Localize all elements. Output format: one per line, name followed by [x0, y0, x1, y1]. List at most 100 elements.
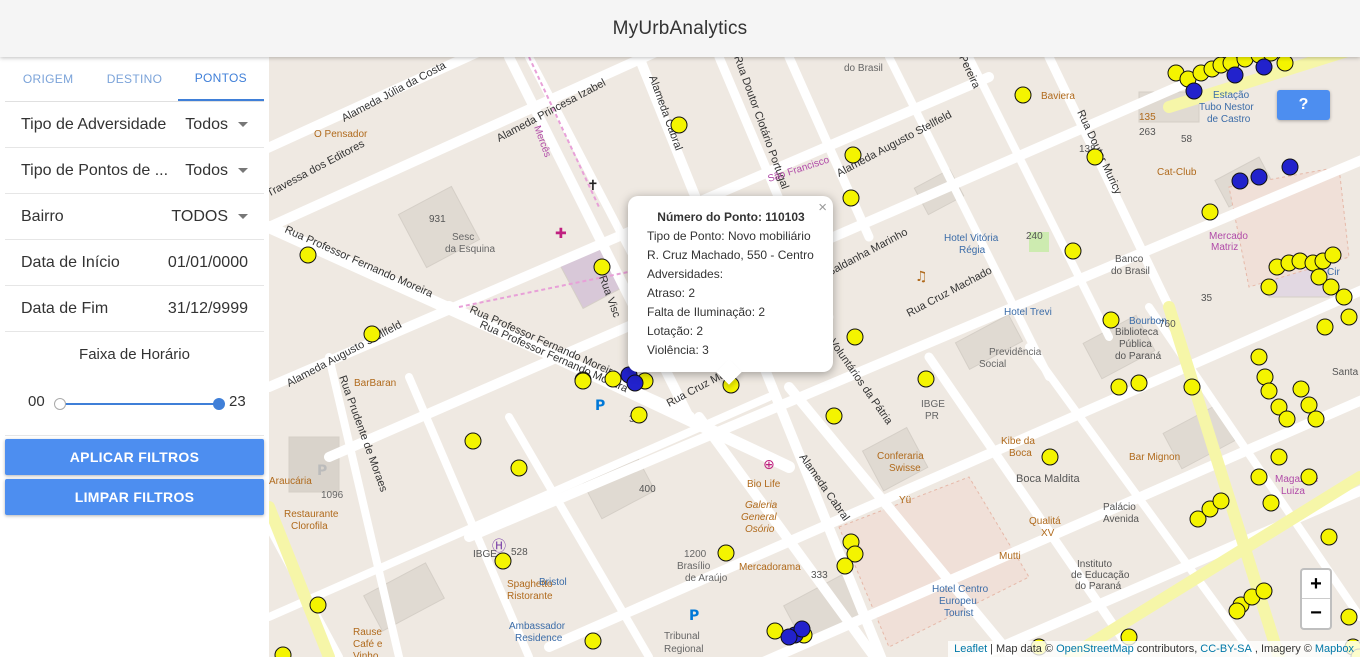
- point-marker-yellow[interactable]: [670, 116, 688, 134]
- point-marker-yellow[interactable]: [1064, 242, 1082, 260]
- point-marker-yellow[interactable]: [1316, 318, 1334, 336]
- tab-origem[interactable]: ORIGEM: [5, 57, 91, 101]
- point-marker-blue[interactable]: [1185, 82, 1203, 100]
- filter-select[interactable]: Todos: [185, 162, 248, 180]
- point-marker-yellow[interactable]: [1183, 378, 1201, 396]
- point-marker-yellow[interactable]: [574, 372, 592, 390]
- point-marker-yellow[interactable]: [1262, 494, 1280, 512]
- point-marker-yellow[interactable]: [363, 325, 381, 343]
- date-input[interactable]: 31/12/9999: [168, 300, 248, 318]
- point-marker-yellow[interactable]: [1324, 246, 1342, 264]
- app-title: MyUrbAnalytics: [612, 17, 748, 39]
- date-input[interactable]: 01/01/0000: [168, 254, 248, 272]
- point-marker-yellow[interactable]: [1102, 311, 1120, 329]
- point-marker-yellow[interactable]: [1307, 410, 1325, 428]
- filter-select[interactable]: Todos: [185, 116, 248, 134]
- tab-pontos[interactable]: PONTOS: [177, 57, 264, 101]
- apply-filters-button[interactable]: APLICAR FILTROS: [5, 439, 264, 475]
- map-view[interactable]: Alameda Júlia da Costa Alameda Princesa …: [269, 57, 1360, 657]
- point-marker-yellow[interactable]: [1310, 268, 1328, 286]
- point-marker-yellow[interactable]: [1270, 448, 1288, 466]
- point-marker-yellow[interactable]: [593, 258, 611, 276]
- filter-bairro[interactable]: Bairro TODOS: [5, 194, 264, 240]
- zoom-in-button[interactable]: +: [1302, 570, 1330, 599]
- point-marker-yellow[interactable]: [1260, 382, 1278, 400]
- point-marker-blue[interactable]: [1250, 168, 1268, 186]
- point-marker-yellow[interactable]: [844, 146, 862, 164]
- point-marker-yellow[interactable]: [1278, 410, 1296, 428]
- point-marker-yellow[interactable]: [1250, 468, 1268, 486]
- slider-handle-min[interactable]: [54, 398, 66, 410]
- point-marker-yellow[interactable]: [584, 632, 602, 650]
- point-marker-yellow[interactable]: [1228, 602, 1246, 620]
- point-marker-yellow[interactable]: [510, 459, 528, 477]
- filter-select[interactable]: TODOS: [171, 208, 248, 226]
- point-marker-yellow[interactable]: [299, 246, 317, 264]
- popup-heading-label: Número do Ponto:: [657, 210, 762, 224]
- point-marker-yellow[interactable]: [1300, 396, 1318, 414]
- point-marker-yellow[interactable]: [1014, 86, 1032, 104]
- osm-link[interactable]: OpenStreetMap: [1056, 643, 1134, 655]
- zoom-out-button[interactable]: −: [1302, 599, 1330, 628]
- slider-track[interactable]: [59, 403, 219, 405]
- point-marker-yellow[interactable]: [1335, 288, 1353, 306]
- mapbox-link[interactable]: Mapbox: [1315, 643, 1354, 655]
- point-marker-yellow[interactable]: [1340, 608, 1358, 626]
- tab-destino[interactable]: DESTINO: [91, 57, 177, 101]
- filter-label: Tipo de Pontos de ...: [21, 161, 169, 179]
- point-marker-yellow[interactable]: [274, 646, 292, 657]
- point-marker-yellow[interactable]: [1086, 148, 1104, 166]
- point-marker-yellow[interactable]: [1255, 582, 1273, 600]
- point-marker-yellow[interactable]: [630, 406, 648, 424]
- point-marker-yellow[interactable]: [825, 407, 843, 425]
- popup-line: Tipo de Ponto: Novo mobiliário: [647, 229, 811, 243]
- attribution-text: | Map data ©: [990, 643, 1054, 655]
- help-button[interactable]: ?: [1277, 90, 1330, 120]
- point-marker-yellow[interactable]: [494, 552, 512, 570]
- point-marker-yellow[interactable]: [917, 370, 935, 388]
- point-marker-yellow[interactable]: [1130, 374, 1148, 392]
- point-marker-yellow[interactable]: [842, 189, 860, 207]
- filter-data-inicio[interactable]: Data de Início 01/01/0000: [5, 240, 264, 286]
- point-marker-blue[interactable]: [626, 374, 644, 392]
- point-marker-yellow[interactable]: [717, 544, 735, 562]
- license-link[interactable]: CC-BY-SA: [1200, 643, 1252, 655]
- point-marker-yellow[interactable]: [1256, 368, 1274, 386]
- filter-tipo-pontos[interactable]: Tipo de Pontos de ... Todos: [5, 148, 264, 194]
- point-marker-yellow[interactable]: [309, 596, 327, 614]
- point-marker-yellow[interactable]: [1212, 492, 1230, 510]
- point-marker-yellow[interactable]: [836, 557, 854, 575]
- point-marker-blue[interactable]: [1281, 158, 1299, 176]
- filter-value: Todos: [185, 161, 228, 179]
- filter-adversidade[interactable]: Tipo de Adversidade Todos: [5, 102, 264, 148]
- leaflet-link[interactable]: Leaflet: [954, 643, 987, 655]
- point-marker-yellow[interactable]: [1041, 448, 1059, 466]
- point-marker-yellow[interactable]: [1320, 528, 1338, 546]
- point-marker-yellow[interactable]: [1250, 348, 1268, 366]
- point-marker-yellow[interactable]: [1276, 57, 1294, 72]
- point-marker-yellow[interactable]: [1236, 57, 1254, 68]
- point-marker-yellow[interactable]: [846, 328, 864, 346]
- point-marker-blue[interactable]: [1231, 172, 1249, 190]
- point-marker-blue[interactable]: [1255, 58, 1273, 76]
- clear-filters-button[interactable]: LIMPAR FILTROS: [5, 479, 264, 515]
- point-marker-yellow[interactable]: [1300, 468, 1318, 486]
- point-marker-yellow[interactable]: [1292, 380, 1310, 398]
- filter-value: TODOS: [171, 207, 228, 225]
- app-bar: MyUrbAnalytics: [0, 0, 1360, 57]
- point-marker-blue[interactable]: [1226, 66, 1244, 84]
- point-marker-blue[interactable]: [780, 628, 798, 646]
- point-marker-yellow[interactable]: [1340, 308, 1358, 326]
- slider-handle-max[interactable]: [213, 398, 225, 410]
- close-icon[interactable]: ×: [818, 198, 827, 217]
- point-marker-yellow[interactable]: [604, 370, 622, 388]
- attribution-text: , Imagery ©: [1254, 643, 1312, 655]
- point-marker-yellow[interactable]: [1110, 378, 1128, 396]
- point-marker-yellow[interactable]: [1201, 203, 1219, 221]
- time-range-title: Faixa de Horário: [79, 346, 190, 363]
- filter-data-fim[interactable]: Data de Fim 31/12/9999: [5, 286, 264, 332]
- attribution-text: contributors,: [1136, 643, 1198, 655]
- point-marker-yellow[interactable]: [464, 432, 482, 450]
- time-range-slider[interactable]: 00 23: [5, 363, 264, 423]
- point-marker-yellow[interactable]: [1260, 278, 1278, 296]
